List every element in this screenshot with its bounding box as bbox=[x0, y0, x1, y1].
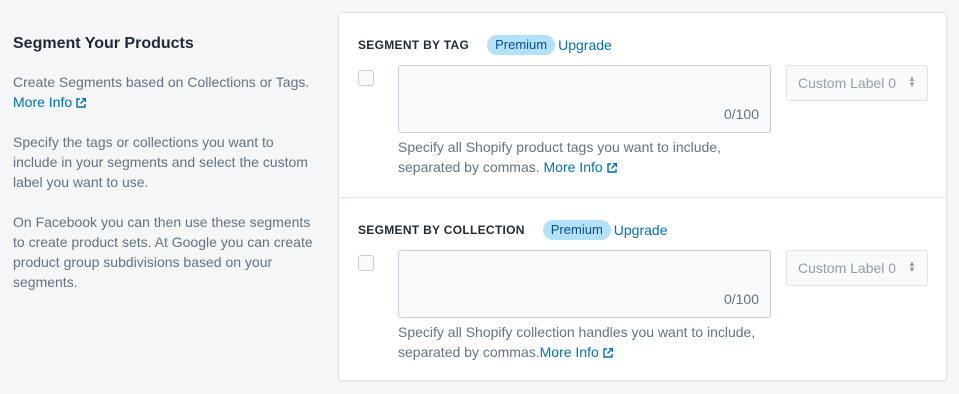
segment-by-tag-header: SEGMENT BY TAG Premium Upgrade bbox=[358, 35, 612, 55]
select-value: Custom Label 0 bbox=[798, 260, 897, 276]
character-counter: 0/100 bbox=[723, 291, 759, 307]
upgrade-link[interactable]: Upgrade bbox=[558, 37, 612, 53]
description-text: Create Segments based on Collections or … bbox=[13, 74, 310, 90]
tag-enable-checkbox[interactable] bbox=[358, 70, 374, 86]
more-info-link[interactable]: More Info bbox=[540, 344, 613, 360]
tag-help-text: Specify all Shopify product tags you wan… bbox=[398, 139, 721, 175]
tag-textarea[interactable]: 0/100 bbox=[398, 65, 771, 133]
more-info-link[interactable]: More Info bbox=[544, 159, 617, 175]
instructions-paragraph: Specify the tags or collections you want… bbox=[13, 134, 308, 190]
external-link-icon bbox=[76, 98, 87, 108]
platform-paragraph: On Facebook you can then use these segme… bbox=[13, 214, 313, 290]
tag-custom-label-select[interactable]: Custom Label 0 ▲ ▼ bbox=[786, 65, 928, 101]
premium-badge: Premium bbox=[487, 35, 556, 55]
external-link-icon bbox=[606, 163, 617, 173]
collection-textarea[interactable]: 0/100 bbox=[398, 250, 771, 318]
character-counter: 0/100 bbox=[723, 106, 759, 122]
page-title: Segment Your Products bbox=[13, 35, 194, 52]
collection-custom-label-select[interactable]: Custom Label 0 ▲ ▼ bbox=[786, 250, 928, 286]
select-caret-icon: ▲ ▼ bbox=[908, 259, 916, 274]
collection-enable-checkbox[interactable] bbox=[358, 255, 374, 271]
description-panel: Segment Your Products Create Segments ba… bbox=[13, 34, 313, 312]
segment-card: SEGMENT BY TAG Premium Upgrade 0/100 Cus… bbox=[338, 12, 947, 381]
more-info-link[interactable]: More Info bbox=[13, 94, 87, 110]
collection-help-text: Specify all Shopify collection handles y… bbox=[398, 324, 756, 360]
premium-badge: Premium bbox=[542, 220, 611, 240]
external-link-icon bbox=[603, 348, 613, 358]
select-caret-icon: ▲ ▼ bbox=[908, 74, 916, 89]
select-value: Custom Label 0 bbox=[798, 75, 897, 91]
description-paragraph: Create Segments based on Collections or … bbox=[13, 72, 313, 112]
section-title: SEGMENT BY TAG bbox=[358, 38, 470, 52]
segment-by-collection-header: SEGMENT BY COLLECTION Premium Upgrade bbox=[358, 220, 667, 240]
section-title: SEGMENT BY COLLECTION bbox=[358, 223, 525, 237]
upgrade-link[interactable]: Upgrade bbox=[614, 222, 668, 238]
